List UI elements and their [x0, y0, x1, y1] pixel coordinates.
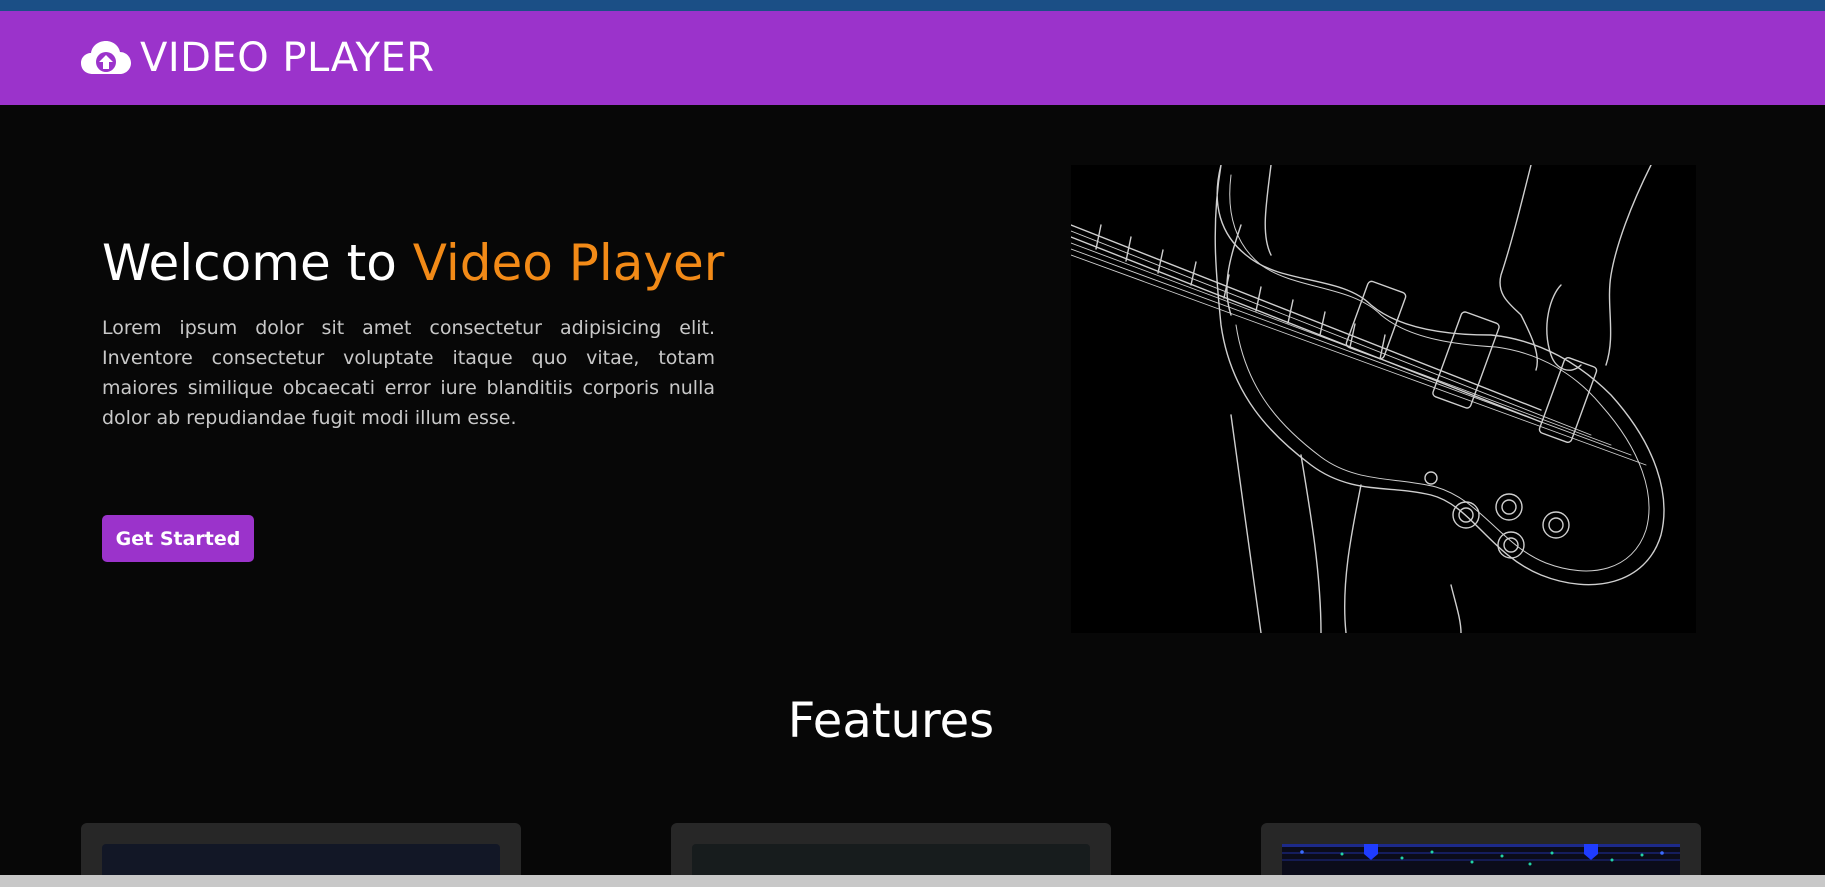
hero-description: Lorem ipsum dolor sit amet consectetur a…: [102, 317, 715, 429]
hero-title-prefix: Welcome to: [102, 234, 397, 292]
horizontal-scrollbar[interactable]: [0, 875, 1825, 887]
features-heading: Features: [787, 693, 995, 749]
brand-name: VIDEO PLAYER: [140, 35, 435, 81]
cloud-upload-icon: [80, 38, 132, 78]
navbar: VIDEO PLAYER: [0, 11, 1825, 105]
brand-logo[interactable]: VIDEO PLAYER: [80, 35, 435, 81]
browser-top-strip: [0, 0, 1825, 11]
hero-title-highlight: Video Player: [412, 234, 725, 292]
hero-title: Welcome to Video Player: [102, 232, 724, 294]
hero-guitar-image: [1071, 165, 1696, 633]
get-started-button[interactable]: Get Started: [102, 515, 254, 562]
